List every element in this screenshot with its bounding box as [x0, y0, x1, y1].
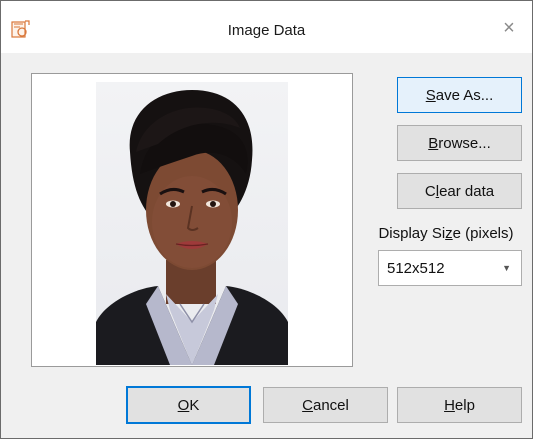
chevron-down-icon[interactable]: ▼: [502, 263, 511, 273]
cancel-mnemonic: C: [302, 396, 313, 414]
display-size-value: 512x512: [387, 260, 445, 277]
ok-button[interactable]: OK: [126, 386, 251, 424]
cancel-label: ancel: [312, 396, 349, 414]
save-as-mnemonic: S: [425, 86, 436, 104]
window-title: Image Data: [227, 22, 306, 39]
save-as-label: ave As...: [435, 86, 494, 104]
save-as-button[interactable]: Save As...: [397, 77, 522, 113]
help-button[interactable]: Help: [397, 387, 522, 423]
display-size-prefix: Display Si: [378, 225, 446, 242]
clear-data-prefix: C: [424, 182, 436, 200]
ok-mnemonic: O: [177, 396, 190, 414]
help-mnemonic: H: [444, 396, 455, 414]
clear-data-button[interactable]: Cl ear data: [397, 173, 522, 209]
browse-button[interactable]: Browse...: [397, 125, 522, 161]
close-button[interactable]: ×: [494, 15, 524, 41]
ok-label: K: [189, 396, 200, 414]
display-size-mnemonic: z: [445, 225, 453, 242]
image-data-dialog: Image Data × S ave As... B rowse... C l …: [0, 0, 533, 439]
browse-mnemonic: B: [428, 134, 439, 152]
help-label: elp: [454, 396, 475, 414]
clear-data-label: ear data: [439, 182, 495, 200]
browse-label: rowse...: [438, 134, 491, 152]
display-size-label: Display Size (pixels): [365, 225, 527, 242]
portrait-photo: [96, 82, 288, 365]
image-preview: [31, 73, 353, 367]
display-size-select[interactable]: 512x512 ▼: [378, 250, 522, 286]
cancel-button[interactable]: Cancel: [263, 387, 388, 423]
display-size-rest: e (pixels): [452, 225, 514, 242]
title-bar[interactable]: Image Data ×: [1, 1, 532, 53]
